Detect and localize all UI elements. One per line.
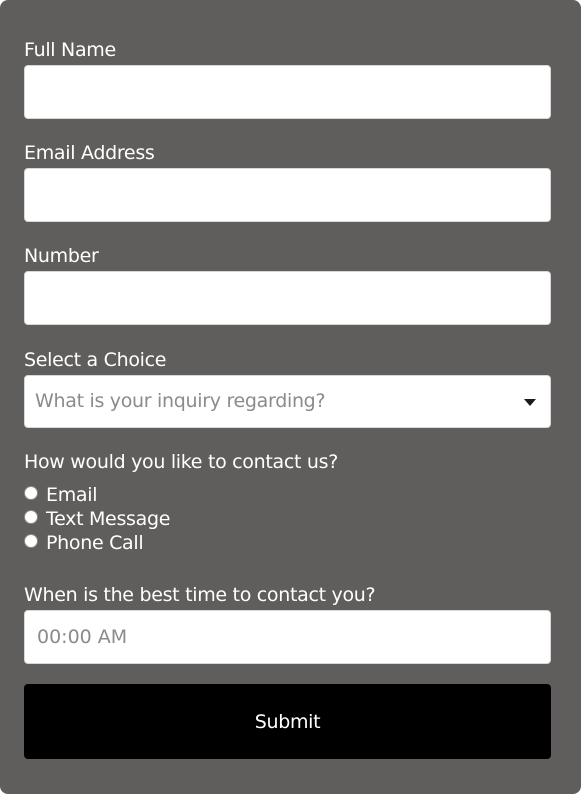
radio-button-text-message[interactable]: [24, 510, 38, 524]
radio-button-email[interactable]: [24, 486, 38, 500]
caret-down-icon: [524, 399, 536, 406]
number-label: Number: [24, 245, 99, 267]
radio-label-phone-call: Phone Call: [46, 532, 144, 554]
radio-label-text-message: Text Message: [46, 508, 171, 530]
select-choice-label: Select a Choice: [24, 349, 167, 371]
contact-method-label: How would you like to contact us?: [24, 451, 339, 473]
best-time-input[interactable]: [24, 610, 551, 664]
email-address-label: Email Address: [24, 142, 155, 164]
radio-button-phone-call[interactable]: [24, 534, 38, 548]
submit-button[interactable]: Submit: [24, 684, 551, 759]
radio-option-phone-call[interactable]: Phone Call: [24, 532, 144, 554]
contact-form: Full Name Email Address Number Select a …: [0, 0, 581, 794]
radio-option-email[interactable]: Email: [24, 484, 98, 506]
radio-label-email: Email: [46, 484, 98, 506]
email-address-input[interactable]: [24, 168, 551, 222]
inquiry-select[interactable]: What is your inquiry regarding?: [24, 375, 551, 428]
number-input[interactable]: [24, 271, 551, 325]
inquiry-select-placeholder: What is your inquiry regarding?: [35, 390, 326, 412]
radio-option-text-message[interactable]: Text Message: [24, 508, 170, 530]
full-name-input[interactable]: [24, 65, 551, 119]
full-name-label: Full Name: [24, 39, 116, 61]
best-time-label: When is the best time to contact you?: [24, 584, 376, 606]
